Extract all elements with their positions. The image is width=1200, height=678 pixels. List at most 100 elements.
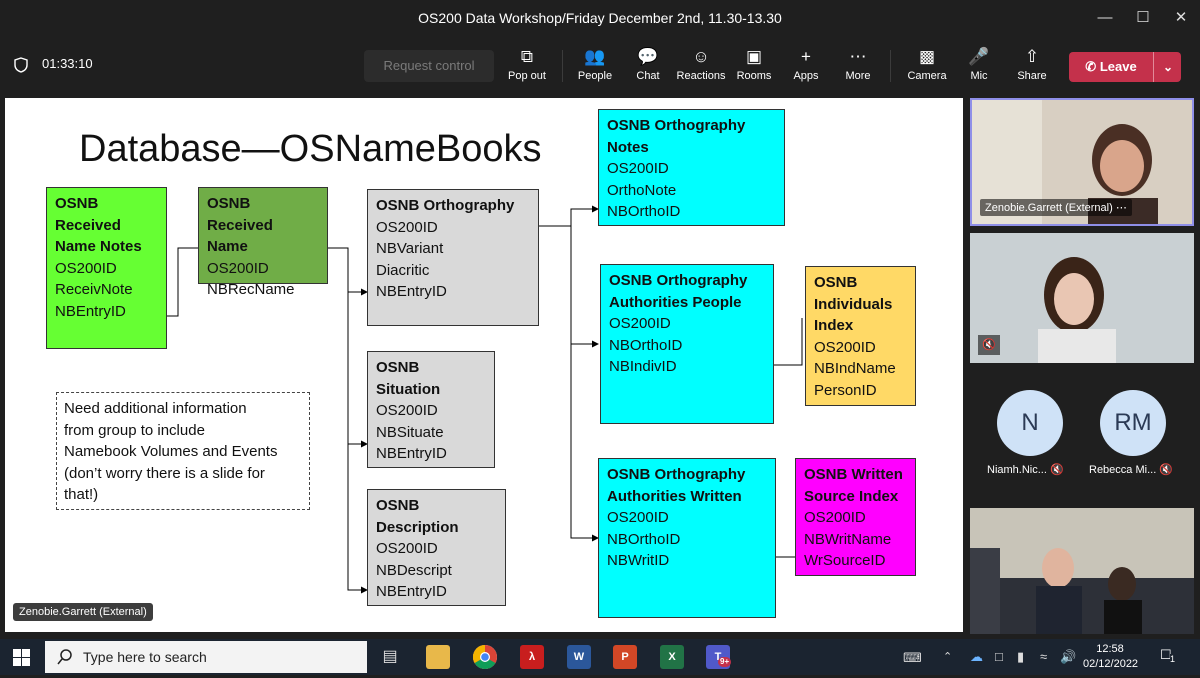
notification-badge: 9+ <box>718 657 732 667</box>
mic-label: Mic <box>970 70 988 82</box>
leave-text: Leave <box>1099 59 1137 74</box>
more-button[interactable]: ⋯ More <box>831 46 885 90</box>
camera-icon: ▩ <box>918 47 936 66</box>
reactions-button[interactable]: ☺ Reactions <box>674 46 728 90</box>
volume-icon[interactable]: 🔊 <box>1060 649 1076 665</box>
table-header: OSNB Orthography Notes <box>607 115 776 158</box>
taskbar-search-input[interactable]: Type here to search <box>45 641 367 673</box>
request-control-button[interactable]: Request control <box>364 50 494 82</box>
participant-video-tile-2[interactable]: 🔇 <box>970 233 1194 363</box>
more-icon: ⋯ <box>849 47 867 66</box>
apps-label: Apps <box>793 70 819 82</box>
table-osnb-received-name: OSNB Received Name OS200ID NBRecName <box>198 187 328 298</box>
slide-note: Need additional information from group t… <box>56 392 310 510</box>
people-label: People <box>577 70 613 82</box>
windows-taskbar: Type here to search ▤ λ W P X T 9+ ⌨ ⌃ ☁ … <box>0 639 1200 675</box>
wifi-icon[interactable]: ≈ <box>1040 649 1047 664</box>
close-button[interactable]: ✕ <box>1166 6 1196 30</box>
participant-name: Zenobie.Garrett (External) ⋯ <box>980 199 1132 216</box>
network-icon[interactable]: □ <box>995 649 1003 664</box>
search-placeholder: Type here to search <box>83 649 207 665</box>
header-line: OSNB <box>814 274 858 291</box>
task-view-icon[interactable]: ▤ <box>378 645 402 669</box>
avatar[interactable]: N <box>997 390 1063 456</box>
table-osnb-orthography: OSNB Orthography OS200ID NBVariant Diacrit… <box>367 189 539 326</box>
people-icon: 👥 <box>584 47 606 66</box>
header-line: OSNB <box>376 497 420 514</box>
leave-button[interactable]: ✆ Leave ⌄ <box>1069 52 1181 82</box>
header-line: OSNB <box>55 195 99 212</box>
note-line: Namebook Volumes and Events <box>64 443 278 460</box>
shared-slide: Database—OSNameBooks OSNB Received Name No… <box>5 98 963 632</box>
chevron-up-icon[interactable]: ⌃ <box>943 650 952 663</box>
apps-button[interactable]: + Apps <box>779 46 833 90</box>
table-field: NBWritID <box>607 552 670 569</box>
share-button[interactable]: ⇧ Share <box>1005 46 1059 90</box>
search-icon <box>57 649 72 665</box>
teams-icon[interactable]: T 9+ <box>706 645 732 669</box>
reactions-label: Reactions <box>676 70 726 82</box>
leave-label[interactable]: ✆ Leave <box>1069 52 1153 82</box>
participant-video-tile-room[interactable] <box>970 508 1194 634</box>
mic-button[interactable]: 🎤 Mic <box>952 46 1006 90</box>
header-line: Name <box>207 238 248 255</box>
header-line: Name Notes <box>55 238 142 255</box>
participant-name: Rebecca Mi... 🔇 <box>1089 463 1173 476</box>
table-field: OS200ID <box>814 338 876 356</box>
table-field: NBEntryID <box>376 283 447 300</box>
chevron-down-icon[interactable]: ⌄ <box>1153 52 1182 82</box>
reactions-icon: ☺ <box>692 47 710 66</box>
table-header: OSNB Orthography Authorities Written <box>607 464 767 507</box>
mic-muted-icon: 🔇 <box>1049 464 1064 476</box>
meeting-toolbar: 01:33:10 Request control ⧉ Pop out 👥 Peopl… <box>0 38 1200 94</box>
keyboard-icon[interactable]: ⌨ <box>903 650 922 666</box>
table-osnb-written-source-index: OSNB Written Source Index OS200ID NBWritNa… <box>795 458 916 576</box>
battery-icon[interactable]: ▮ <box>1017 649 1024 665</box>
toolbar-divider <box>890 50 891 82</box>
table-field: OS200ID <box>607 509 669 526</box>
table-header: OSNB Description <box>376 495 497 538</box>
header-line: OSNB Orthography <box>376 197 515 214</box>
rooms-icon: ▣ <box>745 47 763 66</box>
participant-name: Niamh.Nic... 🔇 <box>987 463 1064 476</box>
acrobat-icon[interactable]: λ <box>520 645 544 669</box>
header-line: OSNB Received <box>207 195 273 234</box>
maximize-button[interactable]: ☐ <box>1128 6 1158 30</box>
word-icon[interactable]: W <box>567 645 591 669</box>
file-explorer-icon[interactable] <box>426 645 450 669</box>
avatar[interactable]: RM <box>1100 390 1166 456</box>
table-field: PersonID <box>814 381 877 399</box>
table-header: OSNB Orthography Authorities People <box>609 270 765 313</box>
table-header: OSNB Situation <box>376 357 486 400</box>
chat-button[interactable]: 💬 Chat <box>621 46 675 90</box>
powerpoint-icon[interactable]: P <box>613 645 637 669</box>
table-field: OS200ID <box>376 218 438 236</box>
window-title: OS200 Data Workshop/Friday December 2nd,… <box>418 10 782 26</box>
participant-name-text: Zenobie.Garrett (External) <box>985 202 1113 214</box>
onedrive-icon[interactable]: ☁ <box>970 649 983 665</box>
more-options-icon[interactable]: ⋯ <box>1116 202 1127 214</box>
rooms-button[interactable]: ▣ Rooms <box>727 46 781 90</box>
system-clock[interactable]: 12:58 02/12/2022 <box>1083 642 1139 672</box>
chat-label: Chat <box>636 70 660 82</box>
table-field: WrSourceID <box>804 552 886 569</box>
table-field: NBIndivID <box>609 358 677 375</box>
clock-date: 02/12/2022 <box>1083 658 1139 670</box>
excel-icon[interactable]: X <box>660 645 684 669</box>
table-field: Diacritic <box>376 261 430 279</box>
camera-button[interactable]: ▩ Camera <box>900 46 954 90</box>
participant-video-tile-zenobie[interactable]: Zenobie.Garrett (External) ⋯ <box>970 98 1194 226</box>
table-field: OS200ID <box>609 315 671 332</box>
people-button[interactable]: 👥 People <box>568 46 622 90</box>
chrome-icon[interactable] <box>472 645 497 670</box>
apps-icon: + <box>801 47 811 66</box>
table-header: OSNB Received Name Notes <box>55 193 158 258</box>
notifications-icon[interactable]: ☐ 1 <box>1160 647 1178 665</box>
note-line: from group to include <box>64 421 205 439</box>
minimize-button[interactable]: — <box>1090 6 1120 30</box>
windows-start-icon[interactable] <box>13 649 30 666</box>
participant-name-text: Rebecca Mi... <box>1089 464 1157 476</box>
header-line: Individuals <box>814 295 893 313</box>
pop-out-button[interactable]: ⧉ Pop out <box>500 46 554 90</box>
more-label: More <box>845 70 871 82</box>
